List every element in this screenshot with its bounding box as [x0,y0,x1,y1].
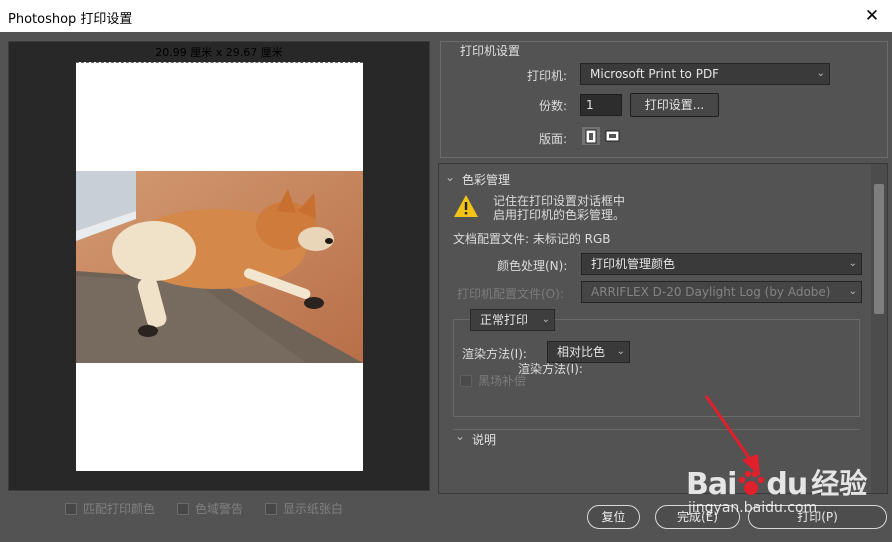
printer-select[interactable]: Microsoft Print to PDF ⌄ [580,63,830,85]
watermark-brand-suffix: du [766,467,808,502]
description-title[interactable]: 说明 [472,431,496,448]
landscape-orientation-icon[interactable] [603,127,621,145]
section-divider [453,429,860,430]
checkbox-box[interactable] [460,374,472,387]
checkbox-label: 黑场补偿 [478,374,527,388]
layout-label: 版面: [539,132,568,146]
warning-icon [453,194,479,221]
show-paper-white-checkbox[interactable]: 显示纸张白 [265,500,343,517]
black-point-compensation-checkbox[interactable]: 黑场补偿 [460,372,526,389]
printer-profile-label: 打印机配置文件(O): [457,287,564,301]
rendering-intent-label: 渲染方法(I): [462,347,527,361]
chevron-down-icon[interactable]: ⌄ [455,429,465,443]
printer-value: Microsoft Print to PDF [590,67,720,81]
chevron-down-icon[interactable]: ⌄ [445,170,455,184]
reset-button[interactable]: 复位 [587,505,640,529]
printer-setup-section: 打印机设置 打印机: Microsoft Print to PDF ⌄ 份数: … [440,41,888,158]
print-settings-button[interactable]: 打印设置... [630,93,719,117]
document-profile: 文档配置文件: 未标记的 RGB [453,232,611,246]
title-bar: Photoshop 打印设置 ✕ [0,0,892,32]
color-handling-label: 颜色处理(N): [497,259,568,273]
watermark-brand: Bai [686,467,737,502]
checkbox-label: 匹配打印颜色 [83,502,156,516]
chevron-down-icon: ⌄ [848,258,857,269]
printer-profile-value: ARRIFLEX D-20 Daylight Log (by Adobe) [591,285,831,299]
print-mode-value: 正常打印 [480,313,529,327]
checkbox-box[interactable] [65,502,77,515]
print-mode-select[interactable]: 正常打印 ⌄ [470,309,555,331]
close-icon[interactable]: ✕ [852,0,892,32]
chevron-down-icon: ⌄ [848,286,857,297]
preview-options: 匹配打印颜色 色域警告 显示纸张白 [65,500,343,517]
chevron-down-icon: ⌄ [541,314,550,325]
paper-size-label: 20.99 厘米 x 29.67 厘米 [155,46,283,59]
checkbox-label: 色域警告 [195,502,244,516]
watermark: Bai du 经验 [686,462,867,502]
preview-image[interactable] [76,171,363,363]
color-handling-value: 打印机管理颜色 [591,257,676,271]
rendering-intent-value: 相对比色 [557,345,606,359]
chevron-down-icon: ⌄ [816,68,825,79]
portrait-orientation-icon[interactable] [582,127,600,145]
color-management-title[interactable]: 色彩管理 [462,171,510,188]
window-title: Photoshop 打印设置 [8,12,133,27]
printer-profile-select[interactable]: ARRIFLEX D-20 Daylight Log (by Adobe) ⌄ [581,281,862,303]
copies-input[interactable]: 1 [580,94,622,116]
color-management-panel: ⌄ 色彩管理 记住在打印设置对话框中 启用打印机的色彩管理。 文档配置文件: 未… [438,163,888,494]
warning-text-line2: 启用打印机的色彩管理。 [493,208,626,222]
checkbox-box[interactable] [265,502,278,515]
chevron-down-icon: ⌄ [616,346,625,357]
section-title: 打印机设置 [460,44,521,58]
watermark-cn: 经验 [811,467,868,500]
print-mode-group: 渲染方法(I): 黑场补偿 [453,319,860,417]
rendering-intent-select[interactable]: 相对比色 ⌄ [547,341,630,363]
print-preview: 20.99 厘米 x 29.67 厘米 [8,41,430,491]
color-handling-select[interactable]: 打印机管理颜色 ⌄ [581,253,862,275]
watermark-url: jingyan.baidu.com [688,500,818,516]
gamut-warning-checkbox[interactable]: 色域警告 [177,500,243,517]
paw-icon [736,469,766,502]
checkbox-label: 显示纸张白 [283,502,344,516]
checkbox-box[interactable] [177,502,190,515]
match-print-colors-checkbox[interactable]: 匹配打印颜色 [65,500,155,517]
paper-sheet [76,62,363,471]
scrollbar[interactable] [871,164,887,493]
scrollbar-thumb[interactable] [874,184,884,314]
printer-label: 打印机: [527,69,568,83]
copies-label: 份数: [539,99,568,113]
